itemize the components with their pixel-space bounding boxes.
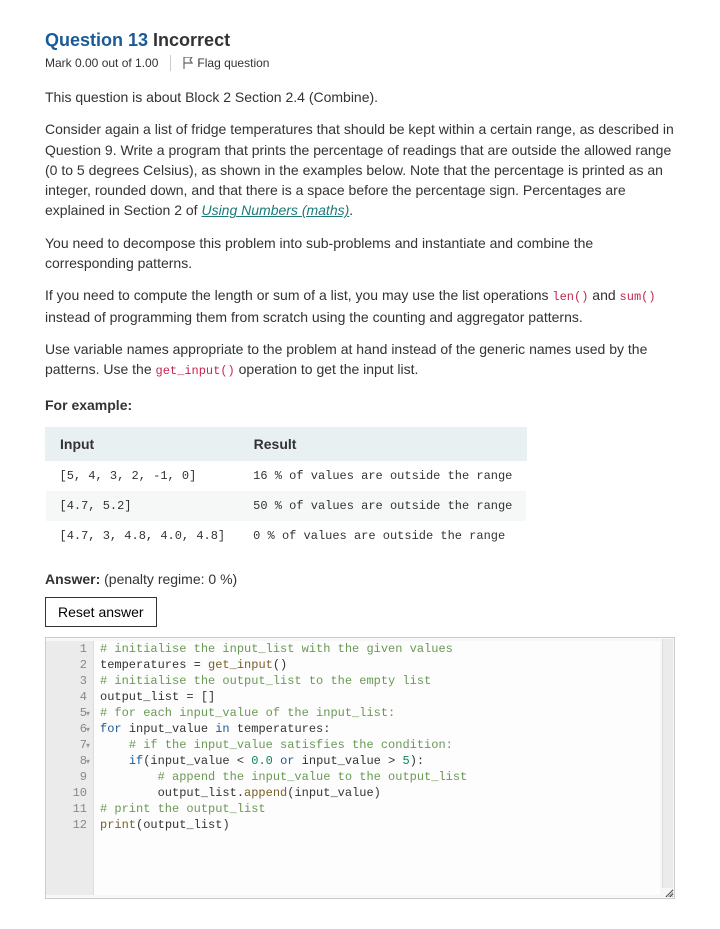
p4-text-b: instead of programming them from scratch… [45, 309, 583, 325]
code-line[interactable]: if(input_value < 0.0 or input_value > 5)… [100, 753, 660, 769]
code-getinput: get_input() [156, 364, 235, 378]
col-result: Result [239, 428, 526, 461]
p4-mid: and [588, 287, 619, 303]
line-number: 4 [56, 689, 87, 705]
cell-result: 0 % of values are outside the range [239, 521, 526, 551]
flag-question-link[interactable]: Flag question [183, 56, 269, 70]
code-line[interactable]: # for each input_value of the input_list… [100, 705, 660, 721]
question-meta: Mark 0.00 out of 1.00 Flag question [45, 55, 675, 71]
answer-label: Answer: [45, 571, 100, 587]
line-number: 2 [56, 657, 87, 673]
line-number: 3 [56, 673, 87, 689]
code-line[interactable]: print(output_list) [100, 817, 660, 833]
code-line[interactable]: # print the output_list [100, 801, 660, 817]
cell-input: [4.7, 3, 4.8, 4.0, 4.8] [46, 521, 240, 551]
meta-divider [170, 55, 171, 71]
question-title: Question 13 Incorrect [45, 30, 675, 51]
code-line[interactable]: # initialise the output_list to the empt… [100, 673, 660, 689]
question-header: Question 13 Incorrect Mark 0.00 out of 1… [45, 30, 675, 71]
line-number: 8▾ [56, 753, 87, 769]
cell-input: [4.7, 5.2] [46, 491, 240, 521]
paragraph-main: Consider again a list of fridge temperat… [45, 119, 675, 220]
resize-handle[interactable] [662, 886, 674, 898]
line-number: 6▾ [56, 721, 87, 737]
p5-text-b: operation to get the input list. [235, 361, 419, 377]
code-line[interactable]: # initialise the input_list with the giv… [100, 641, 660, 657]
cell-input: [5, 4, 3, 2, -1, 0] [46, 461, 240, 492]
paragraph-decompose: You need to decompose this problem into … [45, 233, 675, 274]
cell-result: 16 % of values are outside the range [239, 461, 526, 492]
line-number: 11 [56, 801, 87, 817]
paragraph-operations: If you need to compute the length or sum… [45, 285, 675, 327]
cell-result: 50 % of values are outside the range [239, 491, 526, 521]
mark-text: Mark 0.00 out of 1.00 [45, 56, 158, 70]
col-input: Input [46, 428, 240, 461]
p4-text-a: If you need to compute the length or sum… [45, 287, 552, 303]
example-label: For example: [45, 395, 675, 415]
p2-text-a: Consider again a list of fridge temperat… [45, 121, 674, 218]
code-line[interactable]: output_list.append(input_value) [100, 785, 660, 801]
line-number: 9 [56, 769, 87, 785]
table-row: [4.7, 3, 4.8, 4.0, 4.8]0 % of values are… [46, 521, 527, 551]
code-len: len() [552, 290, 588, 304]
code-sum: sum() [620, 290, 656, 304]
reset-answer-button[interactable]: Reset answer [45, 597, 157, 627]
line-number: 5▾ [56, 705, 87, 721]
flag-icon [183, 57, 193, 69]
p2-text-b: . [349, 202, 353, 218]
line-number: 10 [56, 785, 87, 801]
table-row: [4.7, 5.2]50 % of values are outside the… [46, 491, 527, 521]
example-table: Input Result [5, 4, 3, 2, -1, 0]16 % of … [45, 427, 527, 551]
table-row: [5, 4, 3, 2, -1, 0]16 % of values are ou… [46, 461, 527, 492]
code-gutter: 12345▾6▾7▾8▾9101112 [46, 641, 94, 895]
code-line[interactable]: output_list = [] [100, 689, 660, 705]
question-status: Incorrect [153, 30, 230, 50]
penalty-text: (penalty regime: 0 %) [104, 571, 237, 587]
line-number: 7▾ [56, 737, 87, 753]
answer-label-row: Answer: (penalty regime: 0 %) [45, 571, 675, 587]
question-body: This question is about Block 2 Section 2… [45, 87, 675, 899]
scrollbar-vertical[interactable] [662, 639, 673, 888]
code-line[interactable]: # if the input_value satisfies the condi… [100, 737, 660, 753]
code-line[interactable]: # append the input_value to the output_l… [100, 769, 660, 785]
paragraph-varnames: Use variable names appropriate to the pr… [45, 339, 675, 381]
line-number: 12 [56, 817, 87, 833]
paragraph-intro: This question is about Block 2 Section 2… [45, 87, 675, 107]
question-number: Question 13 [45, 30, 148, 50]
flag-label: Flag question [197, 56, 269, 70]
using-numbers-link[interactable]: Using Numbers (maths) [201, 202, 349, 218]
code-content[interactable]: # initialise the input_list with the giv… [94, 641, 660, 895]
line-number: 1 [56, 641, 87, 657]
code-line[interactable]: for input_value in temperatures: [100, 721, 660, 737]
code-line[interactable]: temperatures = get_input() [100, 657, 660, 673]
code-editor[interactable]: 12345▾6▾7▾8▾9101112 # initialise the inp… [45, 637, 675, 899]
